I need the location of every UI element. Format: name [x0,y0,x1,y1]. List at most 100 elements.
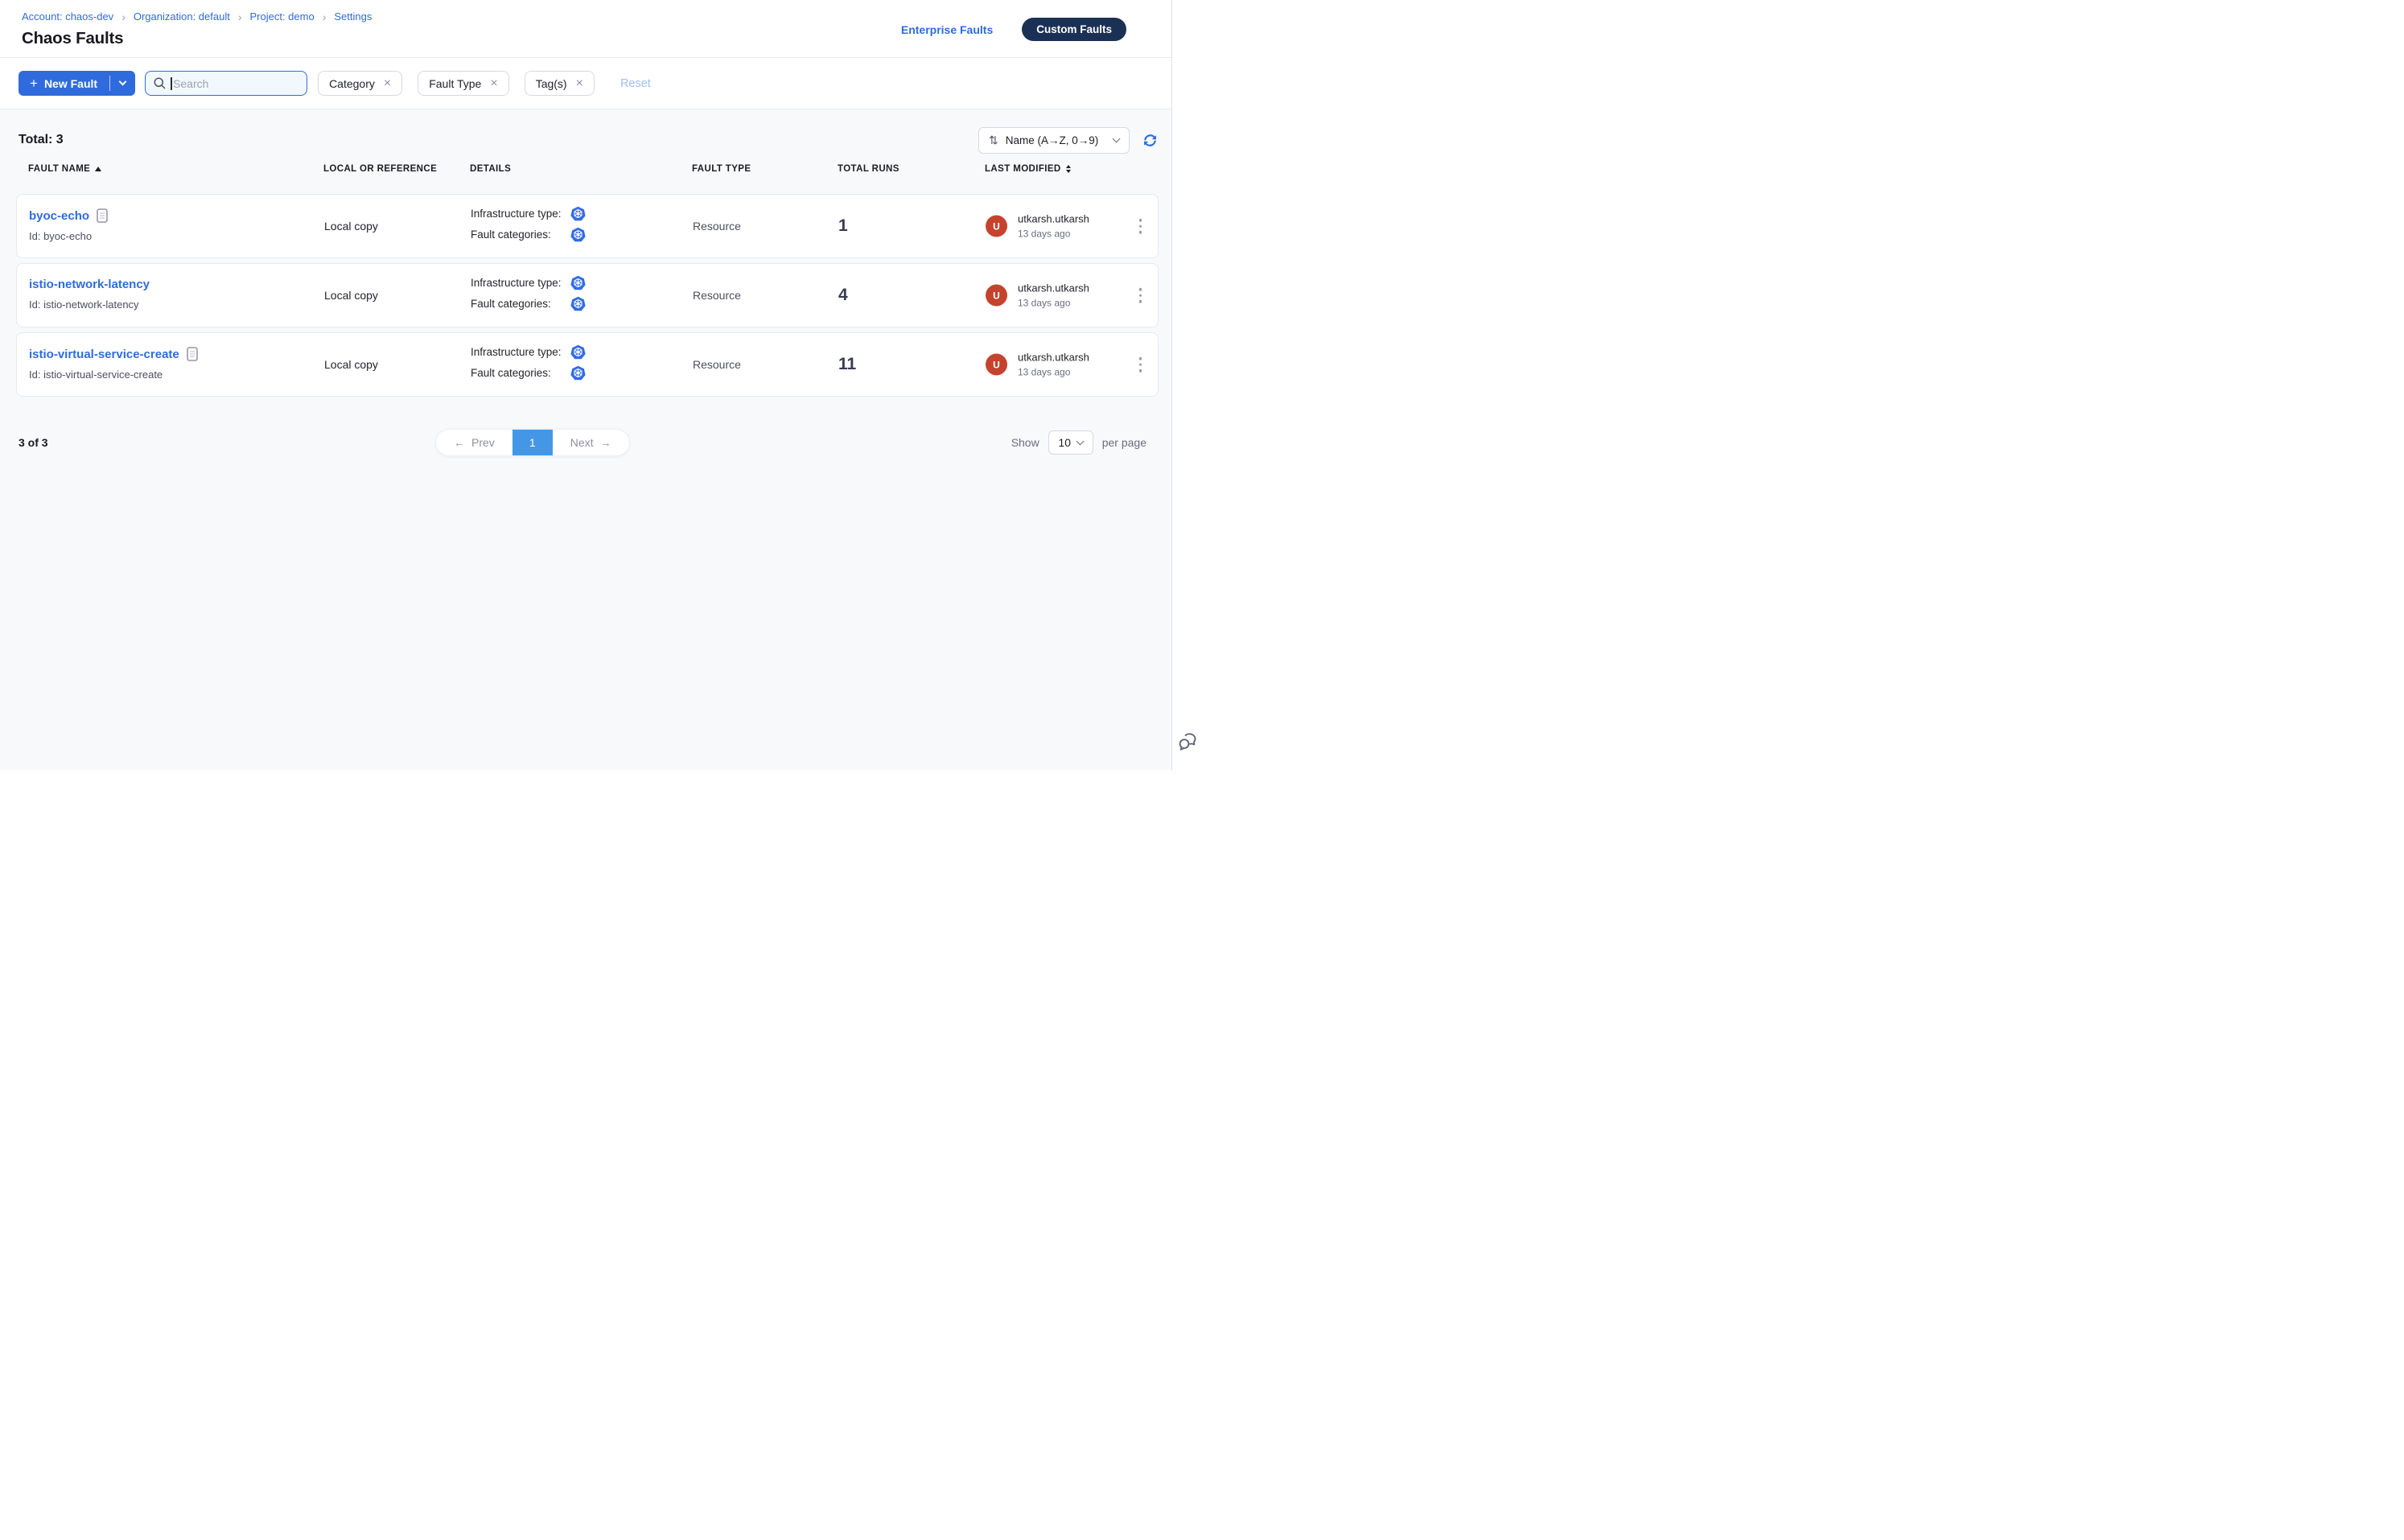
column-fault-name-label: FAULT NAME [28,164,90,174]
chevron-down-icon [119,78,127,86]
close-icon[interactable]: × [490,77,497,90]
total-count: Total: 3 [19,133,64,147]
kubernetes-icon [570,227,586,242]
fault-name-link[interactable]: istio-virtual-service-create [29,348,179,361]
close-icon[interactable]: × [384,77,391,90]
kubernetes-icon [570,344,586,360]
fault-id: Id: istio-virtual-service-create [29,369,198,381]
fault-id: Id: istio-network-latency [29,299,150,311]
sort-dropdown-value: Name (A→Z, 0→9) [1006,134,1106,146]
new-fault-button[interactable]: + New Fault [19,71,109,96]
show-label: Show [1011,436,1039,449]
avatar: U [986,354,1007,376]
last-modified-cell: U utkarsh.utkarsh 13 days ago [986,352,1089,378]
infrastructure-type-label: Infrastructure type: [471,346,570,358]
fault-type-cell: Resource [693,358,741,371]
fault-id: Id: byoc-echo [29,230,108,242]
list-summary-bar: Total: 3 ⇅ Name (A→Z, 0→9) [0,109,1171,154]
breadcrumb-account[interactable]: Account: chaos-dev [22,10,113,23]
fault-type-cell: Resource [693,220,741,233]
sort-controls: ⇅ Name (A→Z, 0→9) [978,127,1159,154]
custom-faults-button[interactable]: Custom Faults [1022,18,1126,41]
infrastructure-type-label: Infrastructure type: [471,208,570,220]
enterprise-faults-link[interactable]: Enterprise Faults [901,23,993,36]
modified-by: utkarsh.utkarsh [1018,213,1089,225]
current-page-button[interactable]: 1 [512,430,553,455]
filter-category[interactable]: Category × [318,71,402,96]
toolbar: + New Fault Category × Fault Type [0,58,1171,109]
filter-pills: Category × Fault Type × Tag(s) × [318,71,595,96]
total-runs-cell: 1 [838,216,848,236]
table-row: istio-network-latency Id: istio-network-… [16,263,1159,327]
kubernetes-icon [570,275,586,290]
page-size-dropdown[interactable]: 10 [1048,430,1093,455]
sort-dropdown[interactable]: ⇅ Name (A→Z, 0→9) [978,127,1130,154]
reset-filters-link[interactable]: Reset [620,77,651,90]
copy-id-icon[interactable] [187,347,198,361]
refresh-button[interactable] [1142,132,1159,149]
column-details-label: DETAILS [470,164,511,174]
fault-name-link[interactable]: istio-network-latency [29,278,150,291]
total-runs-cell: 4 [838,286,848,305]
modified-time: 13 days ago [1018,229,1089,240]
breadcrumb-project[interactable]: Project: demo [250,10,315,23]
filter-fault-type[interactable]: Fault Type × [418,71,508,96]
page-size-value: 10 [1058,436,1071,449]
breadcrumb-settings[interactable]: Settings [334,10,372,23]
fault-categories-label: Fault categories: [471,298,570,310]
kubernetes-icon [570,206,586,221]
modified-time: 13 days ago [1018,367,1089,378]
breadcrumb-separator-icon: › [323,11,327,23]
table-row: istio-virtual-service-create Id: istio-v… [16,332,1159,397]
filter-category-label: Category [329,77,375,90]
fault-name-link[interactable]: byoc-echo [29,209,89,223]
table-header: FAULT NAME LOCAL OR REFERENCE DETAILS FA… [0,164,1171,177]
column-fault-name[interactable]: FAULT NAME [28,164,101,174]
new-fault-label: New Fault [44,77,97,90]
sort-arrows-icon: ⇅ [989,134,998,147]
last-modified-cell: U utkarsh.utkarsh 13 days ago [986,282,1089,309]
column-total-runs: TOTAL RUNS [838,164,899,174]
column-fault-type: FAULT TYPE [692,164,751,174]
filter-tags-label: Tag(s) [536,77,567,90]
prev-label: Prev [471,436,495,449]
pager: ← Prev 1 Next → [435,429,630,456]
local-or-reference-cell: Local copy [324,358,378,371]
breadcrumb-organization[interactable]: Organization: default [134,10,230,23]
fault-categories-label: Fault categories: [471,229,570,241]
avatar: U [986,216,1007,237]
plus-icon: + [30,76,38,90]
new-fault-dropdown-button[interactable] [110,71,135,96]
breadcrumb-separator-icon: › [238,11,242,23]
next-page-button[interactable]: Next → [553,430,629,455]
fault-type-cell: Resource [693,289,741,302]
sort-ascending-icon [95,167,101,171]
chevron-down-icon [1113,135,1121,143]
column-last-modified-label: LAST MODIFIED [985,164,1061,174]
row-menu-button[interactable] [1134,352,1147,377]
column-last-modified[interactable]: LAST MODIFIED [985,164,1071,174]
right-rail [1171,0,1202,770]
copy-id-icon[interactable] [97,208,108,223]
prev-page-button[interactable]: ← Prev [436,430,512,455]
details-cell: Infrastructure type: Fault categories: [471,344,586,385]
modified-by: utkarsh.utkarsh [1018,282,1089,294]
fault-name-cell: byoc-echo Id: byoc-echo [29,208,108,242]
last-modified-cell: U utkarsh.utkarsh 13 days ago [986,213,1089,240]
sort-toggle-icon [1066,165,1071,173]
search-container [145,71,307,96]
row-menu-button[interactable] [1134,283,1147,308]
fault-name-cell: istio-network-latency Id: istio-network-… [29,278,150,311]
header-actions: Enterprise Faults Custom Faults [901,18,1126,41]
filter-tags[interactable]: Tag(s) × [525,71,595,96]
per-page-label: per page [1102,436,1146,449]
page-header: Account: chaos-dev › Organization: defau… [0,0,1171,58]
search-icon [154,77,166,89]
search-input[interactable] [145,71,307,96]
kubernetes-icon [570,365,586,381]
fault-categories-label: Fault categories: [471,367,570,379]
main-content: Account: chaos-dev › Organization: defau… [0,0,1171,770]
close-icon[interactable]: × [576,77,583,90]
chat-support-button[interactable] [1178,732,1198,752]
row-menu-button[interactable] [1134,214,1147,239]
